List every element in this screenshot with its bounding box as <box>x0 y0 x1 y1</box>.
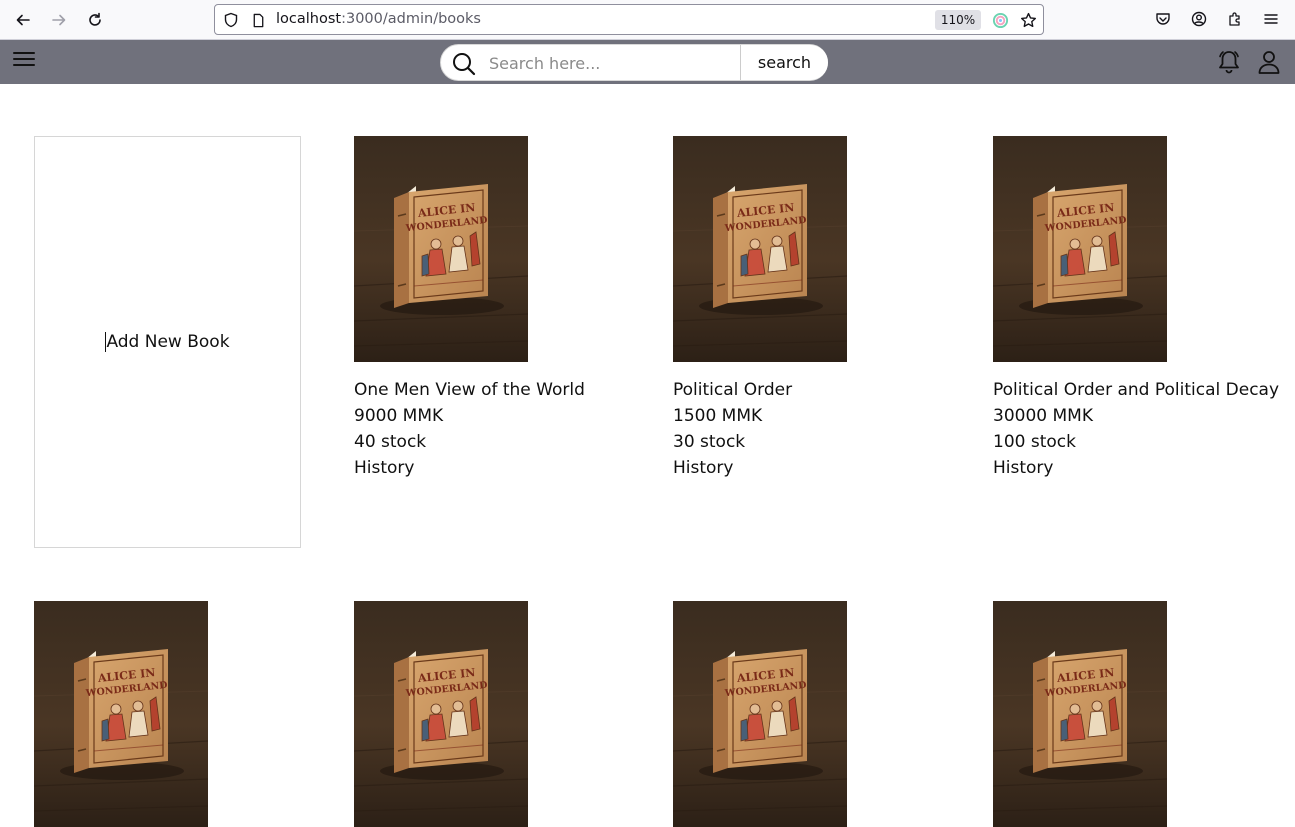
reload-button[interactable] <box>81 6 109 34</box>
book-card[interactable]: ALICE IN WONDERLAND <box>34 601 334 827</box>
book-stock: 40 stock <box>354 432 427 452</box>
url-text[interactable]: localhost:3000/admin/books <box>276 11 481 27</box>
app-menu-icon[interactable] <box>1262 10 1280 28</box>
book-price: 9000 MMK <box>354 406 444 426</box>
extensions-puzzle-icon[interactable] <box>1226 10 1244 28</box>
zoom-level-badge[interactable]: 110% <box>935 10 981 30</box>
search-button[interactable]: search <box>740 45 828 80</box>
add-new-book-card[interactable]: Add New Book <box>34 136 301 548</box>
book-card[interactable]: ALICE IN WONDERLAND One Men View of the … <box>354 136 654 481</box>
book-cover-image[interactable]: ALICE IN WONDERLAND <box>354 601 528 827</box>
book-title: Political Order and Political Decay <box>993 380 1280 400</box>
arrow-left-icon <box>16 14 30 26</box>
address-bar[interactable]: localhost:3000/admin/books 110% <box>214 4 1044 35</box>
book-category: History <box>993 458 1054 478</box>
book-cover-image[interactable]: ALICE IN WONDERLAND <box>34 601 208 827</box>
search-input[interactable] <box>489 49 737 77</box>
book-cover-image[interactable]: ALICE IN WONDERLAND <box>673 136 847 362</box>
page-icon[interactable] <box>249 11 267 29</box>
book-card[interactable]: ALICE IN WONDERLAND <box>993 601 1293 827</box>
search-icon <box>453 53 476 76</box>
book-cover-image[interactable]: ALICE IN WONDERLAND <box>354 136 528 362</box>
pocket-icon[interactable] <box>1154 10 1172 28</box>
shield-icon[interactable] <box>222 11 240 29</box>
browser-toolbar: localhost:3000/admin/books 110% <box>0 0 1295 40</box>
book-category: History <box>354 458 415 478</box>
back-button[interactable] <box>9 6 37 34</box>
user-profile-icon[interactable] <box>1255 48 1283 76</box>
book-title: One Men View of the World <box>354 380 585 400</box>
book-title: Political Order <box>673 380 793 400</box>
app-header: search <box>0 40 1295 84</box>
extension-icon[interactable] <box>991 11 1009 29</box>
book-price: 1500 MMK <box>673 406 763 426</box>
bookmark-star-icon[interactable] <box>1019 11 1037 29</box>
book-cover-image[interactable]: ALICE IN WONDERLAND <box>993 601 1167 827</box>
hamburger-menu-icon[interactable] <box>12 49 38 71</box>
account-icon[interactable] <box>1190 10 1208 28</box>
forward-button[interactable] <box>45 6 73 34</box>
notification-bell-icon[interactable] <box>1215 48 1243 76</box>
book-stock: 30 stock <box>673 432 746 452</box>
book-cover-image[interactable]: ALICE IN WONDERLAND <box>993 136 1167 362</box>
book-card[interactable]: ALICE IN WONDERLAND Political Order and … <box>993 136 1293 481</box>
book-stock: 100 stock <box>993 432 1076 452</box>
book-cover-image[interactable]: ALICE IN WONDERLAND <box>673 601 847 827</box>
url-host: localhost <box>276 11 342 27</box>
arrow-right-icon <box>52 14 66 26</box>
url-path: :3000/admin/books <box>341 11 481 27</box>
reload-icon <box>89 12 101 26</box>
add-new-book-label: Add New Book <box>105 332 230 352</box>
book-price: 30000 MMK <box>993 406 1093 426</box>
search-bar: search <box>440 44 828 81</box>
book-card[interactable]: ALICE IN WONDERLAND Political Order 1500… <box>673 136 973 481</box>
book-category: History <box>673 458 734 478</box>
book-card[interactable]: ALICE IN WONDERLAND <box>673 601 973 827</box>
book-card[interactable]: ALICE IN WONDERLAND <box>354 601 654 827</box>
